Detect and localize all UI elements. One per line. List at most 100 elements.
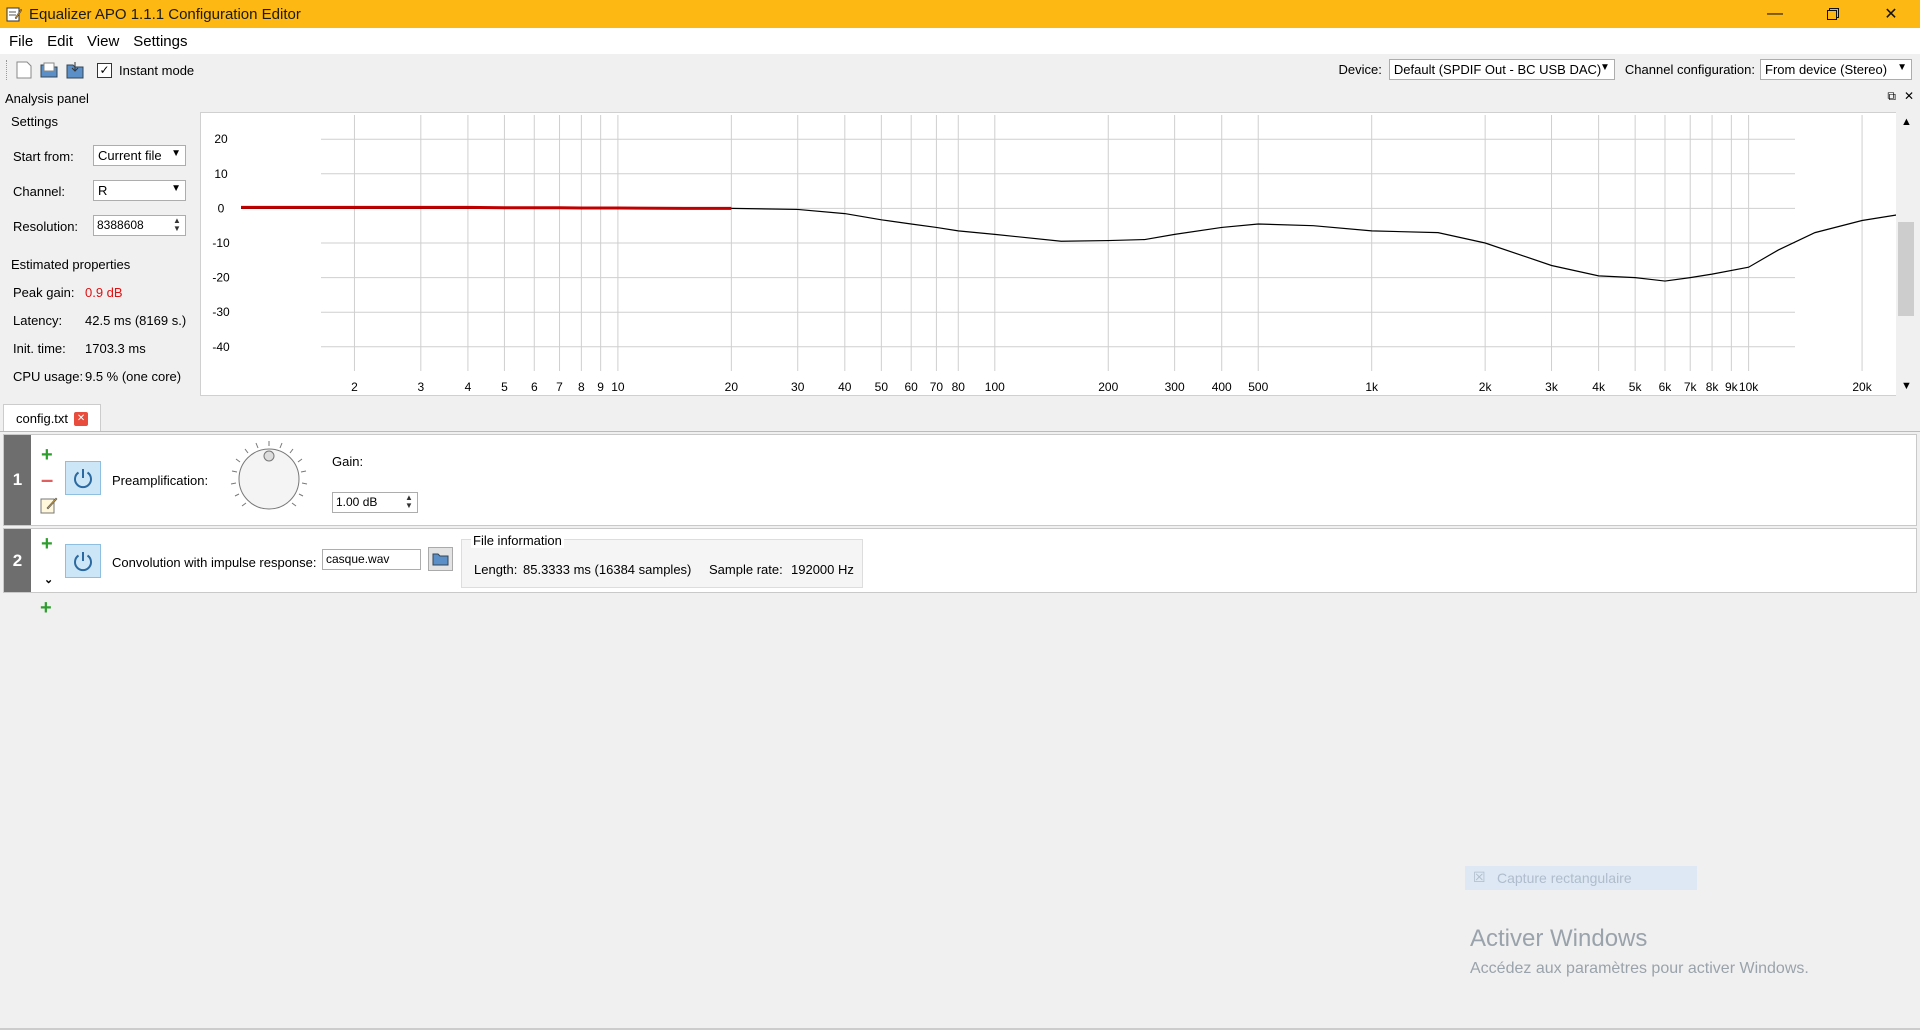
toolbar: ✓ Instant mode Device: Default (SPDIF Ou…	[0, 55, 1920, 85]
y-tick-label: 0	[218, 201, 225, 215]
chart-vertical-scrollbar[interactable]: ▲ ▼	[1896, 112, 1916, 396]
filter-row-convolution: 2 + ⌄ Convolution with impulse response:…	[3, 528, 1917, 593]
new-file-icon[interactable]	[13, 59, 35, 81]
x-tick-label: 8	[578, 380, 585, 394]
remove-filter-icon[interactable]: –	[41, 469, 53, 491]
analysis-settings: Settings Start from: Current file ▼ Chann…	[0, 110, 198, 396]
restore-icon	[1827, 8, 1839, 20]
analysis-panel-header: Analysis panel ⧉ ✕	[0, 88, 1920, 108]
edit-icon[interactable]	[40, 496, 58, 514]
channel-config-select[interactable]: From device (Stereo) ▼	[1760, 59, 1912, 80]
frequency-chart-svg: 2 3 4 5 6 7 8 9 10 20 30 40 50 60 70 80 100 200 300 400 500 1…	[212, 115, 1906, 394]
convolution-label: Convolution with impulse response:	[112, 555, 317, 570]
add-filter-icon[interactable]: +	[41, 445, 53, 465]
save-icon[interactable]	[65, 59, 87, 81]
x-tick-label: 400	[1212, 380, 1232, 394]
x-tick-label: 9k	[1725, 380, 1739, 394]
browse-file-button[interactable]	[428, 547, 453, 571]
latency-value: 42.5 ms (8169 s.)	[85, 313, 187, 328]
peak-gain-value: 0.9 dB	[85, 285, 123, 300]
y-tick-label: -40	[212, 340, 230, 354]
spin-arrows-icon[interactable]: ▲ ▼	[403, 494, 415, 511]
resolution-spinbox[interactable]: 8388608 ▲ ▼	[93, 215, 186, 236]
x-tick-label: 5k	[1629, 380, 1643, 394]
x-tick-label: 80	[952, 380, 966, 394]
x-tick-label: 10k	[1739, 380, 1759, 394]
power-toggle-button[interactable]	[65, 461, 101, 495]
gain-label: Gain:	[332, 454, 364, 469]
menu-bar: File Edit View Settings	[0, 28, 1920, 54]
analysis-panel-title: Analysis panel	[5, 90, 89, 106]
channel-config-label: Channel configuration:	[1624, 62, 1755, 77]
capture-label: Capture rectangulaire	[1497, 870, 1632, 886]
x-tick-label: 4k	[1592, 380, 1606, 394]
x-tick-label: 9	[597, 380, 604, 394]
document-tabs: config.txt ✕	[0, 404, 1920, 432]
close-panel-icon[interactable]: ✕	[1904, 89, 1914, 104]
y-tick-label: -30	[212, 305, 230, 319]
latency-label: Latency:	[13, 313, 63, 328]
app-icon	[6, 7, 22, 22]
expand-down-icon[interactable]: ⌄	[44, 573, 53, 586]
close-tab-icon[interactable]: ✕	[74, 411, 89, 426]
menu-settings[interactable]: Settings	[126, 33, 194, 50]
channel-select[interactable]: R ▼	[93, 180, 186, 201]
x-tick-label: 8k	[1706, 380, 1720, 394]
add-filter-icon[interactable]: +	[41, 534, 53, 554]
response-line-highlight	[241, 205, 732, 210]
x-tick-label: 2k	[1479, 380, 1493, 394]
preamp-gain-knob[interactable]	[229, 439, 309, 519]
power-toggle-button[interactable]	[65, 544, 101, 578]
channel-label: Channel:	[13, 184, 66, 199]
x-tick-label: 200	[1098, 380, 1118, 394]
filter-row-preamp: 1 + – Preamplification: Gain: 1.00 dB ▲ ▼	[3, 434, 1917, 526]
sample-rate-label: Sample rate:	[709, 562, 783, 577]
capture-close-icon: ☒	[1473, 869, 1486, 885]
device-settings: Device: Default (SPDIF Out - BC USB DAC)…	[1339, 59, 1912, 80]
scroll-up-icon[interactable]: ▲	[1901, 116, 1912, 128]
spin-arrows-icon[interactable]: ▲ ▼	[171, 217, 183, 234]
x-tick-label: 40	[838, 380, 852, 394]
minimize-button[interactable]: —	[1746, 0, 1804, 28]
power-icon	[74, 552, 92, 572]
device-select[interactable]: Default (SPDIF Out - BC USB DAC) ▼	[1388, 59, 1615, 80]
frequency-response-chart: 2 3 4 5 6 7 8 9 10 20 30 40 50 60 70 80 100 200 300 400 500 1…	[200, 112, 1906, 396]
start-from-select[interactable]: Current file ▼	[93, 145, 186, 166]
float-panel-icon[interactable]: ⧉	[1887, 89, 1896, 104]
x-tick-label: 1k	[1365, 380, 1379, 394]
cpu-usage-label: CPU usage:	[13, 369, 84, 384]
start-from-label: Start from:	[13, 149, 74, 164]
close-button[interactable]: ✕	[1862, 0, 1920, 28]
gain-spinbox[interactable]: 1.00 dB ▲ ▼	[332, 492, 418, 513]
chevron-down-icon: ▼	[171, 183, 181, 194]
impulse-file-input[interactable]: casque.wav	[322, 549, 421, 570]
maximize-button[interactable]	[1804, 0, 1862, 28]
resolution-label: Resolution:	[13, 219, 79, 234]
x-tick-label: 50	[875, 380, 889, 394]
estimated-group-title: Estimated properties	[11, 257, 131, 272]
y-tick-label: -10	[212, 236, 230, 250]
instant-mode-checkbox[interactable]: ✓	[97, 62, 112, 78]
preamp-label: Preamplification:	[112, 473, 209, 488]
scroll-thumb[interactable]	[1898, 222, 1914, 316]
x-tick-label: 20k	[1852, 380, 1872, 394]
menu-edit[interactable]: Edit	[40, 33, 80, 50]
menu-file[interactable]: File	[2, 33, 40, 50]
x-tick-label: 70	[930, 380, 944, 394]
activate-windows-title: Activer Windows	[1470, 925, 1648, 952]
menu-view[interactable]: View	[80, 33, 126, 50]
x-tick-label: 6k	[1659, 380, 1673, 394]
x-tick-label: 2	[351, 380, 358, 394]
app-window: { "window": {"title": "Equalizer APO 1.1…	[0, 0, 1920, 1030]
window-title: Equalizer APO 1.1.1 Configuration Editor	[29, 5, 301, 23]
row-number: 2	[4, 529, 31, 592]
open-folder-icon[interactable]	[39, 59, 61, 81]
settings-group-title: Settings	[11, 114, 58, 129]
add-filter-bottom-icon[interactable]: +	[40, 598, 52, 618]
y-tick-label: 20	[214, 132, 228, 146]
scroll-down-icon[interactable]: ▼	[1901, 380, 1912, 392]
x-tick-label: 20	[725, 380, 739, 394]
x-tick-label: 30	[791, 380, 805, 394]
cpu-usage-value: 9.5 % (one core)	[85, 369, 182, 384]
tab-config-txt[interactable]: config.txt ✕	[3, 404, 102, 432]
